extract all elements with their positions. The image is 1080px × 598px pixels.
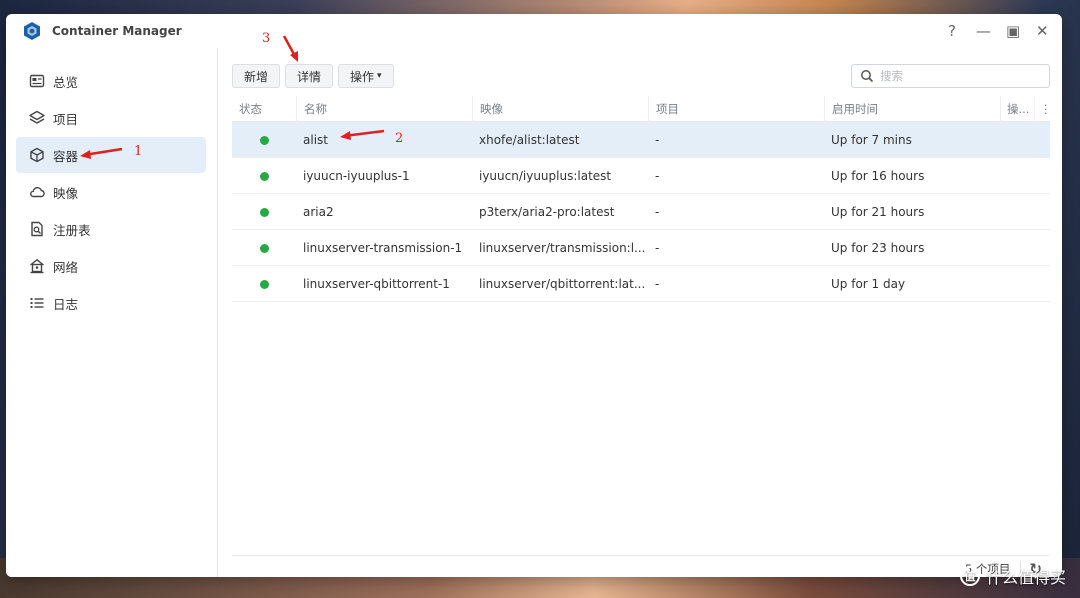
table-row[interactable]: linuxserver-transmission-1 linuxserver/t… [232, 230, 1050, 266]
help-icon[interactable]: ? [946, 22, 958, 40]
project-cell: - [655, 241, 660, 255]
actions-dropdown-button[interactable]: 操作 ▾ [338, 64, 394, 88]
running-status-dot-icon [260, 135, 269, 145]
status-cell [232, 122, 296, 158]
annotation-number-1: 1 [134, 144, 143, 159]
name-cell: linuxserver-transmission-1 [303, 241, 463, 255]
search-input[interactable] [880, 69, 1040, 83]
annotation-number-3: 3 [262, 31, 271, 46]
watermark: 值 什么值得买 [959, 564, 1066, 588]
status-cell [232, 194, 296, 230]
sidebar-item-container[interactable]: 容器 [16, 137, 206, 173]
image-cell: linuxserver/transmission:l... [479, 241, 646, 255]
log-list-icon [29, 295, 45, 311]
caret-down-icon: ▾ [377, 71, 382, 81]
close-icon[interactable]: ✕ [1036, 22, 1049, 40]
status-cell [232, 266, 296, 302]
table-row[interactable]: iyuucn-iyuuplus-1 iyuucn/iyuuplus:latest… [232, 158, 1050, 194]
details-button-label: 详情 [297, 69, 322, 84]
project-layers-icon [29, 110, 45, 126]
name-cell: aria2 [303, 205, 334, 219]
status-cell [232, 158, 296, 194]
sidebar-item-image[interactable]: 映像 [16, 174, 206, 210]
minimize-icon[interactable]: — [976, 22, 991, 40]
project-cell: - [655, 205, 660, 219]
new-button-label: 新增 [244, 69, 269, 84]
column-header-status[interactable]: 状态 [232, 96, 296, 122]
app-title: Container Manager [52, 24, 182, 38]
container-cube-icon [29, 147, 45, 163]
overview-icon [29, 73, 45, 89]
sidebar-item-label: 映像 [53, 185, 79, 201]
running-status-dot-icon [260, 243, 269, 253]
main-panel: 新增 详情 操作 ▾ 状态 名称 映像 项目 启用时间 操... ⋮ [219, 48, 1062, 577]
container-manager-logo-icon [24, 22, 40, 40]
sidebar-item-registry[interactable]: 注册表 [16, 211, 206, 247]
sidebar-item-log[interactable]: 日志 [16, 285, 206, 321]
name-cell: linuxserver-qbittorrent-1 [303, 277, 450, 291]
maximize-icon[interactable]: ▣ [1006, 22, 1020, 40]
sidebar-item-label: 注册表 [53, 222, 91, 238]
column-header-image[interactable]: 映像 [472, 96, 648, 122]
column-header-uptime[interactable]: 启用时间 [824, 96, 1000, 122]
container-manager-window: Container Manager ? — ▣ ✕ 总览 项目 容器 映像 注册… [6, 14, 1062, 577]
sidebar-item-label: 容器 [53, 148, 79, 164]
network-home-icon [29, 258, 45, 274]
new-button[interactable]: 新增 [232, 64, 281, 88]
column-header-project[interactable]: 项目 [648, 96, 824, 122]
sidebar-item-network[interactable]: 网络 [16, 248, 206, 284]
search-icon [861, 70, 874, 83]
table-footer: 5 个项目 ↻ [232, 555, 1050, 577]
image-cell: iyuucn/iyuuplus:latest [479, 169, 612, 183]
name-cell: alist [303, 133, 328, 147]
sidebar-item-overview[interactable]: 总览 [16, 63, 206, 99]
registry-search-icon [29, 221, 45, 237]
image-cell: p3terx/aria2-pro:latest [479, 205, 615, 219]
status-cell [232, 230, 296, 266]
running-status-dot-icon [260, 279, 269, 289]
search-box[interactable] [851, 64, 1050, 88]
name-cell: iyuucn-iyuuplus-1 [303, 169, 410, 183]
running-status-dot-icon [260, 207, 269, 217]
image-cell: xhofe/alist:latest [479, 133, 580, 147]
sidebar-item-label: 网络 [53, 259, 79, 275]
project-cell: - [655, 133, 660, 147]
sidebar-item-label: 日志 [53, 296, 79, 312]
details-button[interactable]: 详情 [285, 64, 334, 88]
actions-button-label: 操作 [350, 69, 375, 84]
sidebar: 总览 项目 容器 映像 注册表 网络 日志 [6, 48, 218, 577]
uptime-cell: Up for 23 hours [831, 241, 925, 255]
sidebar-item-project[interactable]: 项目 [16, 100, 206, 136]
uptime-cell: Up for 7 mins [831, 133, 912, 147]
running-status-dot-icon [260, 171, 269, 181]
smzdm-logo: 值 [959, 566, 980, 586]
table-row[interactable]: alist xhofe/alist:latest - Up for 7 mins [232, 122, 1050, 158]
column-header-name[interactable]: 名称 [296, 96, 472, 122]
annotation-number-2: 2 [395, 131, 404, 146]
uptime-cell: Up for 21 hours [831, 205, 925, 219]
title-bar: Container Manager ? — ▣ ✕ [6, 14, 1062, 48]
table-header: 状态 名称 映像 项目 启用时间 操... ⋮ [232, 96, 1052, 122]
column-header-actions[interactable]: 操... [1000, 96, 1034, 122]
image-cell: linuxserver/qbittorrent:lat... [479, 277, 646, 291]
window-controls: ? — ▣ ✕ [946, 14, 1049, 48]
project-cell: - [655, 277, 660, 291]
table-row[interactable]: linuxserver-qbittorrent-1 linuxserver/qb… [232, 266, 1050, 302]
table-row[interactable]: aria2 p3terx/aria2-pro:latest - Up for 2… [232, 194, 1050, 230]
uptime-cell: Up for 1 day [831, 277, 906, 291]
uptime-cell: Up for 16 hours [831, 169, 925, 183]
project-cell: - [655, 169, 660, 183]
sidebar-item-label: 总览 [53, 74, 79, 90]
column-options-icon[interactable]: ⋮ [1034, 96, 1052, 122]
containers-table: 状态 名称 映像 项目 启用时间 操... ⋮ alist xhofe/alis… [232, 96, 1052, 302]
watermark-text: 什么值得买 [985, 568, 1066, 587]
image-cloud-icon [29, 184, 45, 200]
sidebar-item-label: 项目 [53, 111, 79, 127]
